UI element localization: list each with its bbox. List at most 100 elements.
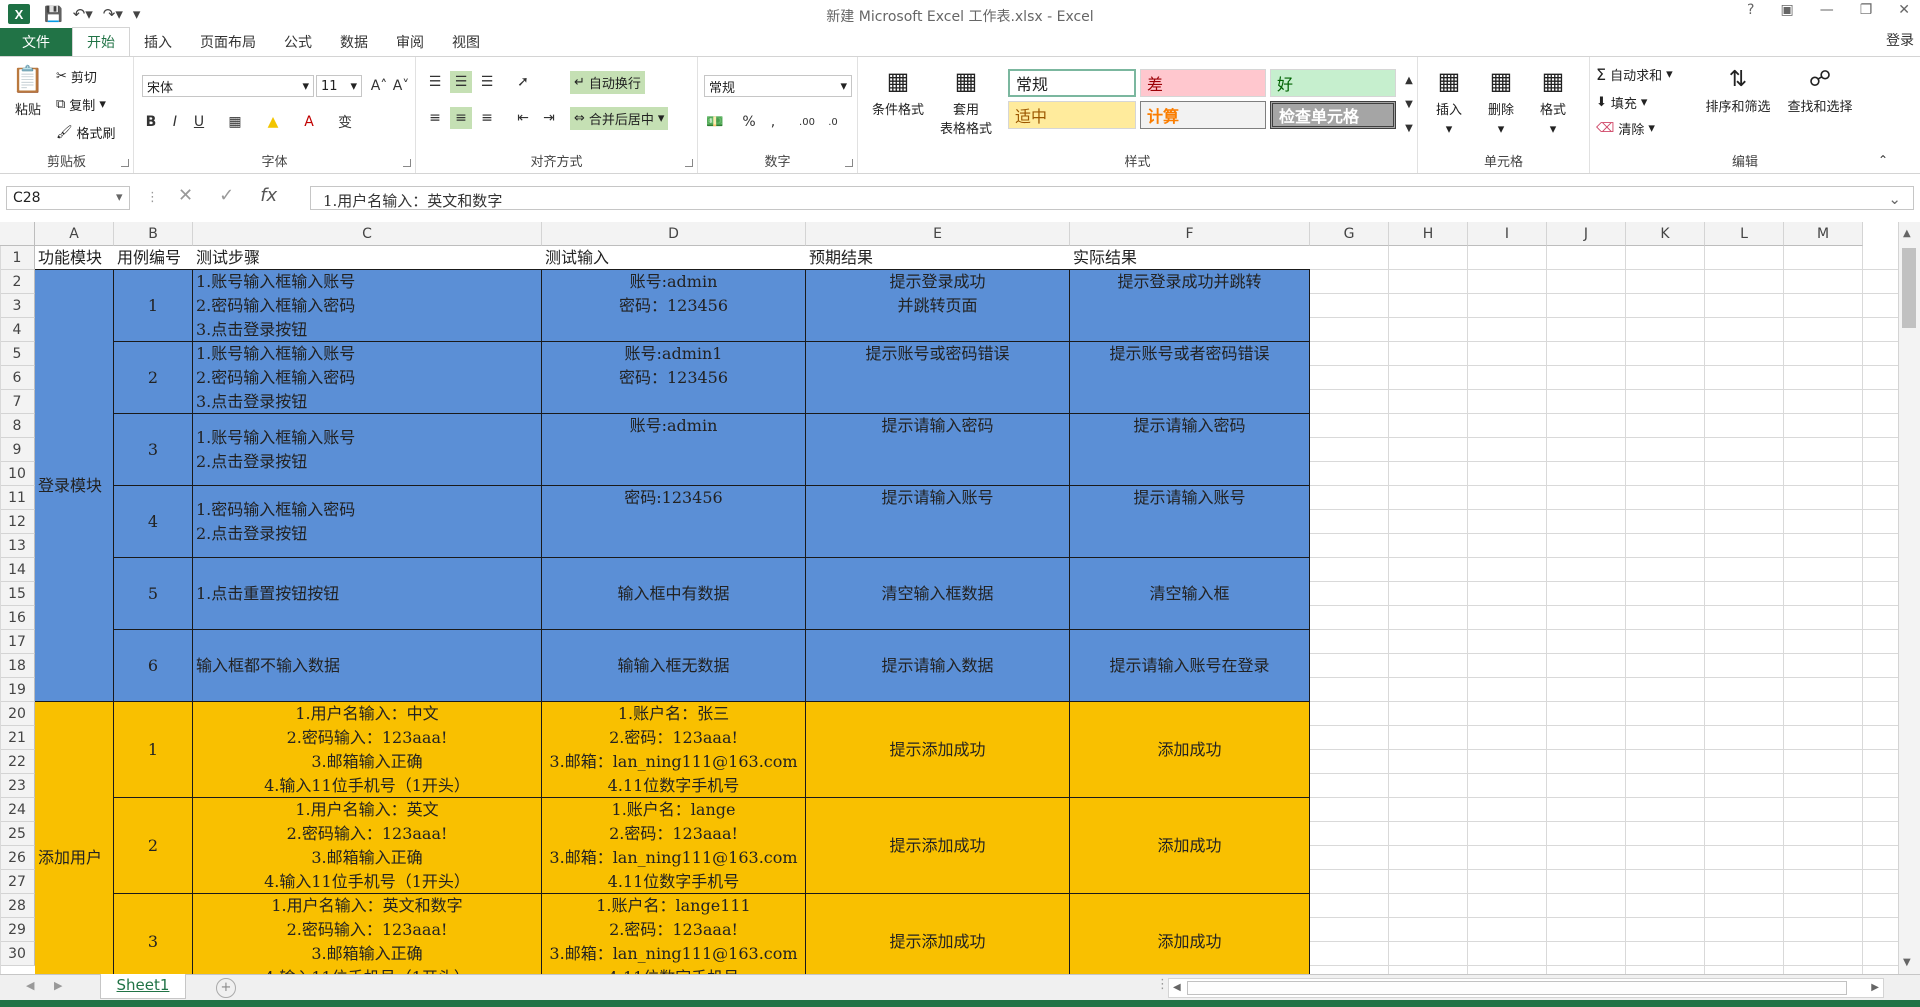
wrap-text-button[interactable]: ↵ 自动换行 (570, 71, 645, 94)
sign-in-link[interactable]: 登录 (1886, 30, 1914, 50)
format-as-table-button[interactable]: ▦ 套用 表格格式 (930, 67, 1002, 137)
align-bottom-icon[interactable]: ☰ (476, 71, 498, 93)
column-header[interactable]: I (1468, 222, 1547, 246)
column-header[interactable]: K (1626, 222, 1705, 246)
row-header[interactable]: 8 (0, 414, 35, 438)
row-header[interactable]: 22 (0, 750, 35, 774)
row-header[interactable]: 5 (0, 342, 35, 366)
font-color-icon[interactable]: A (298, 111, 320, 133)
increase-decimal-icon[interactable]: .00 (796, 111, 818, 133)
underline-button[interactable]: U (188, 111, 210, 133)
cell-steps[interactable]: 1.账号输入框输入账号 2.点击登录按钮 (193, 414, 542, 486)
cell-case-id[interactable]: 1 (114, 702, 193, 798)
column-header[interactable]: L (1705, 222, 1784, 246)
enter-icon[interactable]: ✓ (219, 185, 234, 206)
style-calculation[interactable]: 计算 (1140, 101, 1266, 129)
cell-case-id[interactable]: 3 (114, 894, 193, 974)
column-header[interactable]: M (1784, 222, 1863, 246)
header-steps[interactable]: 测试步骤 (193, 246, 542, 270)
font-name-select[interactable]: 宋体 ▾ (142, 75, 314, 97)
cell-expected[interactable]: 提示添加成功 (806, 798, 1070, 894)
font-size-select[interactable]: 11 ▾ (316, 75, 362, 97)
phonetic-icon[interactable]: 变 (334, 111, 356, 133)
cell-actual[interactable]: 提示请输入密码 (1070, 414, 1310, 486)
alignment-launcher-icon[interactable] (685, 159, 693, 167)
currency-icon[interactable]: 💵 (704, 111, 726, 133)
decrease-indent-icon[interactable]: ⇤ (512, 107, 534, 129)
clear-button[interactable]: ⌫ 清除 ▾ (1596, 119, 1655, 138)
column-header[interactable]: F (1070, 222, 1310, 246)
cell-steps[interactable]: 输入框都不输入数据 (193, 630, 542, 702)
sheet-tab-sheet1[interactable]: Sheet1 (100, 974, 186, 999)
close-icon[interactable]: ✕ (1898, 2, 1910, 18)
column-header[interactable]: B (114, 222, 193, 246)
fill-color-icon[interactable]: ▲ (262, 111, 284, 133)
column-header[interactable]: D (542, 222, 806, 246)
header-module[interactable]: 功能模块 (35, 246, 114, 270)
redo-icon[interactable]: ↷▾ (103, 5, 123, 23)
row-header[interactable]: 3 (0, 294, 35, 318)
cell-actual[interactable]: 添加成功 (1070, 894, 1310, 974)
style-bad[interactable]: 差 (1140, 69, 1266, 97)
format-cells-button[interactable]: ▦ 格式 ▾ (1530, 67, 1576, 137)
cell-expected[interactable]: 提示登录成功 并跳转页面 (806, 270, 1070, 342)
merge-center-button[interactable]: ⇔ 合并后居中 ▾ (570, 107, 669, 130)
align-right-icon[interactable]: ≡ (476, 107, 498, 129)
cell-actual[interactable]: 添加成功 (1070, 702, 1310, 798)
cell-actual[interactable]: 提示请输入账号在登录 (1070, 630, 1310, 702)
cell-steps[interactable]: 1.用户名输入：英文 2.密码输入：123aaa! 3.邮箱输入正确 4.输入1… (193, 798, 542, 894)
row-header[interactable]: 20 (0, 702, 35, 726)
cell-actual[interactable]: 提示登录成功并跳转 (1070, 270, 1310, 342)
scroll-down-icon[interactable]: ▼ (1903, 957, 1911, 968)
align-middle-icon[interactable]: ☰ (450, 71, 472, 93)
cell-case-id[interactable]: 6 (114, 630, 193, 702)
ribbon-display-icon[interactable]: ▣ (1780, 2, 1793, 18)
sort-filter-button[interactable]: ⇅ 排序和筛选 (1698, 67, 1778, 115)
sheet-next-icon[interactable]: ▶ (54, 979, 62, 992)
row-header[interactable]: 23 (0, 774, 35, 798)
cell-expected[interactable]: 清空输入框数据 (806, 558, 1070, 630)
cell-actual[interactable]: 提示请输入账号 (1070, 486, 1310, 558)
row-header[interactable]: 7 (0, 390, 35, 414)
cell-expected[interactable]: 提示请输入数据 (806, 630, 1070, 702)
style-good[interactable]: 好 (1270, 69, 1396, 97)
cell-input[interactable]: 密码:123456 (542, 486, 806, 558)
cell-module-add[interactable]: 添加用户 (35, 702, 114, 974)
row-header[interactable]: 10 (0, 462, 35, 486)
worksheet-grid[interactable]: A B C D E F G H I J K L M 1 2 3 4 5 6 7 8 9 10 11 12 13 14 15 16 17 18… (0, 222, 1898, 974)
autosum-button[interactable]: Σ 自动求和 ▾ (1596, 65, 1673, 84)
cell-actual[interactable]: 提示账号或者密码错误 (1070, 342, 1310, 414)
fill-button[interactable]: ⬇ 填充 ▾ (1596, 93, 1647, 112)
cell-input[interactable]: 输入框中有数据 (542, 558, 806, 630)
cell-input[interactable]: 账号:admin (542, 414, 806, 486)
cell-expected[interactable]: 提示添加成功 (806, 894, 1070, 974)
customize-qat-icon[interactable]: ▾ (133, 5, 141, 23)
cell-module-login[interactable]: 登录模块 (35, 270, 114, 702)
align-top-icon[interactable]: ☰ (424, 71, 446, 93)
cell-expected[interactable]: 提示账号或密码错误 (806, 342, 1070, 414)
row-header[interactable]: 17 (0, 630, 35, 654)
clipboard-launcher-icon[interactable] (121, 159, 129, 167)
styles-scroll-down-icon[interactable]: ▼ (1398, 93, 1420, 115)
grow-font-icon[interactable]: A˄ (368, 75, 390, 97)
vertical-scrollbar[interactable]: ▲ ▼ (1898, 222, 1920, 974)
name-box[interactable]: C28 (6, 186, 130, 210)
select-all-corner[interactable] (0, 222, 35, 246)
cell-steps[interactable]: 1.账号输入框输入账号 2.密码输入框输入密码 3.点击登录按钮 (193, 342, 542, 414)
cell-input[interactable]: 1.账户名：lange111 2.密码：123aaa! 3.邮箱：lan_nin… (542, 894, 806, 974)
borders-icon[interactable]: ▦ (224, 111, 246, 133)
row-header[interactable]: 16 (0, 606, 35, 630)
styles-scroll-up-icon[interactable]: ▲ (1398, 69, 1420, 91)
format-painter-button[interactable]: 🖌 格式刷 (56, 123, 116, 142)
cell-steps[interactable]: 1.密码输入框输入密码 2.点击登录按钮 (193, 486, 542, 558)
minimize-icon[interactable]: — (1820, 2, 1834, 18)
row-header[interactable]: 15 (0, 582, 35, 606)
row-header[interactable]: 18 (0, 654, 35, 678)
cell-input[interactable]: 1.账户名：张三 2.密码：123aaa! 3.邮箱：lan_ning111@1… (542, 702, 806, 798)
row-header[interactable]: 6 (0, 366, 35, 390)
copy-button[interactable]: ⧉ 复制 ▾ (56, 95, 106, 114)
find-select-button[interactable]: ☍ 查找和选择 (1780, 67, 1860, 115)
header-expected[interactable]: 预期结果 (806, 246, 1070, 270)
styles-more-icon[interactable]: ▼ (1398, 117, 1420, 139)
add-sheet-button[interactable]: + (216, 978, 236, 998)
